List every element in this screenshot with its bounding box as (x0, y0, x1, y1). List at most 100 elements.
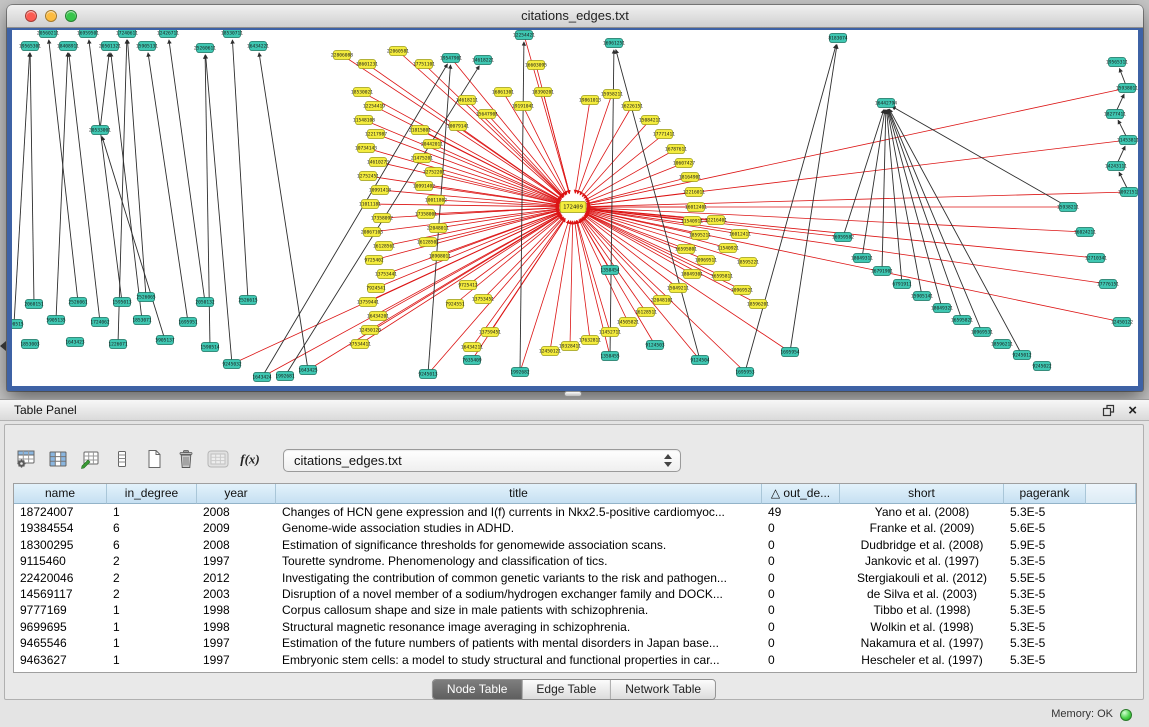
graph-edge[interactable] (370, 204, 559, 207)
graph-edge[interactable] (889, 109, 982, 332)
table-row[interactable]: 2242004622012Investigating the contribut… (14, 570, 1136, 586)
table-row[interactable]: 969969511998Structural magnetic resonanc… (14, 619, 1136, 635)
graph-edge[interactable] (374, 211, 559, 260)
table-body: 1872400712008Changes of HCN gene express… (14, 504, 1136, 668)
graph-edge[interactable] (30, 53, 34, 304)
graph-node-label: 17632811 (579, 338, 601, 344)
cell-pagerank: 5.3E-5 (1004, 652, 1086, 668)
graph-edge[interactable] (128, 40, 146, 297)
graph-edge[interactable] (584, 134, 664, 198)
table-row[interactable]: 1938455462009Genome-wide association stu… (14, 520, 1136, 536)
graph-edge[interactable] (378, 214, 561, 316)
graph-edge[interactable] (148, 53, 188, 322)
cell-out_degree: 0 (762, 520, 840, 536)
column-header-name[interactable]: name (14, 484, 107, 504)
cell-short: de Silva et al. (2003) (840, 586, 1004, 602)
graph-edge[interactable] (14, 53, 30, 324)
cell-name: 14569117 (14, 586, 107, 602)
graph-edge[interactable] (892, 106, 1068, 207)
column-header-short[interactable]: short (840, 484, 1004, 504)
graph-edge[interactable] (523, 106, 567, 194)
graph-edge[interactable] (100, 53, 109, 130)
row-view-button[interactable] (109, 447, 135, 473)
column-header-pagerank[interactable]: pagerank (1004, 484, 1086, 504)
graph-edge[interactable] (89, 40, 122, 302)
graph-edge[interactable] (262, 64, 447, 377)
close-panel-icon[interactable]: × (1128, 401, 1137, 421)
column-header-in_degree[interactable]: in_degree (107, 484, 197, 504)
graph-edge[interactable] (49, 40, 78, 302)
graph-edge[interactable] (56, 53, 68, 320)
window-titlebar[interactable]: citations_edges.txt (7, 5, 1143, 28)
graph-edge[interactable] (366, 148, 560, 203)
cell-year: 1997 (197, 652, 276, 668)
tab-edge-table[interactable]: Edge Table (521, 680, 610, 699)
graph-edge[interactable] (583, 217, 745, 372)
graph-edge[interactable] (582, 120, 650, 197)
graph-node-label: 18596211 (991, 342, 1013, 348)
graph-node-label: 9245012 (1012, 353, 1032, 359)
close-button[interactable] (25, 10, 37, 22)
tab-node-table[interactable]: Node Table (433, 680, 522, 699)
graph-edge[interactable] (232, 40, 248, 300)
table-row[interactable]: 1456911722003Disruption of a novel membe… (14, 586, 1136, 602)
graph-edge[interactable] (862, 110, 885, 258)
graph-edge[interactable] (570, 221, 573, 346)
graph-edge[interactable] (111, 53, 142, 320)
graph-edge[interactable] (543, 92, 569, 193)
table-row[interactable]: 977716911998Corpus callosum shape and si… (14, 602, 1136, 618)
graph-edge[interactable] (102, 137, 165, 340)
table-selector-dropdown[interactable]: citations_edges.txt (283, 449, 681, 472)
column-header-title[interactable]: title (276, 484, 762, 504)
float-panel-icon[interactable] (1102, 404, 1115, 417)
graph-edge[interactable] (259, 53, 308, 370)
graph-edge[interactable] (587, 192, 1129, 207)
splitter-handle[interactable] (564, 391, 582, 397)
cell-year: 2008 (197, 504, 276, 520)
new-document-button[interactable] (141, 447, 167, 473)
table-row[interactable]: 946362711997Embryonic stem cells: a mode… (14, 652, 1136, 668)
show-columns-button[interactable] (45, 447, 71, 473)
minimize-button[interactable] (45, 10, 57, 22)
graph-edge[interactable] (882, 110, 886, 271)
graph-edge[interactable] (169, 40, 205, 302)
graph-edge[interactable] (587, 210, 1122, 322)
graph-edge[interactable] (368, 176, 559, 205)
graph-node-label: 18408911 (57, 44, 79, 50)
application-window: citations_edges.txt 16603095198610131595… (0, 0, 1149, 727)
graph-edge[interactable] (232, 213, 560, 364)
zoom-button[interactable] (65, 10, 77, 22)
graph-edge[interactable] (790, 45, 837, 352)
column-header-year[interactable]: year (197, 484, 276, 504)
table-row[interactable]: 1830029562008Estimation of significance … (14, 537, 1136, 553)
table-row[interactable]: 1872400712008Changes of HCN gene express… (14, 504, 1136, 520)
function-builder-button[interactable]: f(x) (237, 447, 263, 473)
table-row[interactable]: 911546021997Tourette syndrome. Phenomeno… (14, 553, 1136, 569)
graph-edge[interactable] (483, 217, 563, 299)
graph-edge[interactable] (520, 42, 524, 372)
graph-edge[interactable] (585, 214, 692, 274)
graph-edge[interactable] (434, 172, 559, 204)
graph-edge[interactable] (367, 64, 561, 199)
graph-edge[interactable] (550, 221, 571, 351)
graph-node-label: 1226071 (108, 342, 128, 348)
network-view-svg[interactable]: 1660309519861013159582111622615115084211… (12, 30, 1138, 386)
graph-edge[interactable] (580, 219, 610, 270)
tab-network-table[interactable]: Network Table (610, 680, 715, 699)
graph-edge[interactable] (262, 214, 561, 377)
network-canvas[interactable]: 1660309519861013159582111622615115084211… (12, 30, 1138, 386)
graph-edge[interactable] (428, 65, 450, 374)
graph-edge[interactable] (384, 210, 559, 246)
import-table-button[interactable] (205, 447, 231, 473)
table-row[interactable]: 946554611997Estimation of the future num… (14, 635, 1136, 651)
column-header-out_degree[interactable]: △ out_de... (762, 484, 840, 504)
graph-edge[interactable] (580, 106, 632, 195)
edit-columns-button[interactable] (77, 447, 103, 473)
graph-node-label: 18164901 (679, 175, 701, 181)
delete-button[interactable] (173, 447, 199, 473)
graph-edge[interactable] (745, 45, 836, 372)
collapse-handle-icon[interactable] (0, 341, 6, 351)
graph-node-label: 7924541 (366, 286, 386, 292)
table-mode-button[interactable] (13, 447, 39, 473)
graph-node-label: 2526615 (238, 298, 258, 304)
